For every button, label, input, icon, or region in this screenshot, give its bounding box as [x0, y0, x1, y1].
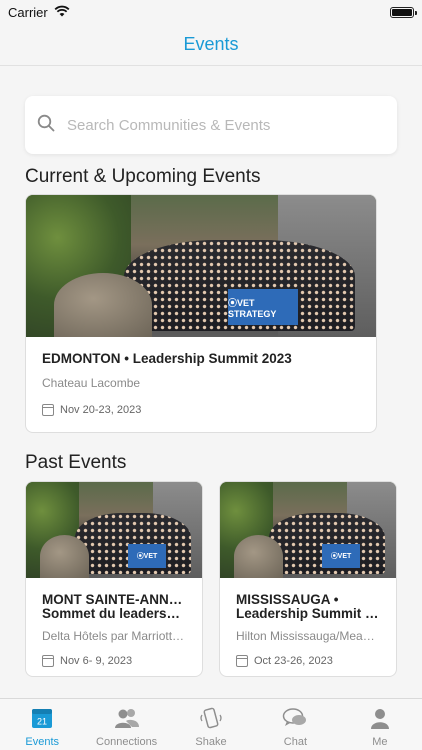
event-dates: Nov 6- 9, 2023	[60, 655, 133, 667]
status-bar: Carrier	[0, 0, 422, 24]
tab-label: Chat	[283, 736, 308, 748]
nav-bar: Events	[0, 24, 422, 66]
tab-shake[interactable]: Shake	[169, 699, 253, 750]
search-input[interactable]	[67, 116, 367, 134]
people-icon	[114, 707, 140, 732]
battery-icon	[390, 6, 417, 18]
event-venue: Hilton Mississauga/Meadow...	[236, 629, 380, 643]
calendar-icon: 21	[31, 707, 53, 732]
event-dates: Oct 23-26, 2023	[254, 655, 333, 667]
event-name: EDMONTON • Leadership Summit 2023	[42, 351, 292, 366]
event-card-past[interactable]: ⦿VET MONT SAINTE-ANNE • Sommet du leader…	[25, 481, 203, 677]
tab-events[interactable]: 21 Events	[0, 699, 84, 750]
page-title: Events	[183, 34, 239, 54]
event-banner: ⦿VET STRATEGY	[228, 289, 298, 325]
event-name-line2: Leadership Summit 20...	[236, 607, 380, 621]
event-card-past[interactable]: ⦿VET MISSISSAUGA • Leadership Summit 20.…	[219, 481, 397, 677]
event-banner: ⦿VET	[128, 544, 166, 568]
tab-bar: 21 Events Connections Shake Chat Me	[0, 698, 422, 750]
search-icon	[37, 114, 55, 137]
chat-bubbles-icon	[282, 707, 308, 732]
tab-label: Events	[25, 736, 60, 748]
phone-shake-icon	[200, 707, 222, 732]
event-photo: ⦿VET STRATEGY	[26, 195, 376, 337]
search-bar[interactable]	[25, 96, 397, 154]
event-date-row: Nov 20-23, 2023	[42, 404, 360, 416]
person-icon	[369, 707, 391, 732]
tab-label: Shake	[195, 736, 227, 748]
event-card-current[interactable]: ⦿VET STRATEGY EDMONTON • Leadership Summ…	[25, 194, 377, 433]
event-venue: Delta Hôtels par Marriott Mo...	[42, 629, 186, 643]
tab-label: Me	[372, 736, 388, 748]
tab-connections[interactable]: Connections	[84, 699, 168, 750]
carrier-label: Carrier	[8, 4, 48, 20]
event-photo: ⦿VET	[26, 482, 202, 578]
tab-chat[interactable]: Chat	[253, 699, 337, 750]
event-date-row: Oct 23-26, 2023	[236, 655, 380, 667]
event-name-line1: MISSISSAUGA •	[236, 593, 339, 607]
event-banner: ⦿VET	[322, 544, 360, 568]
tab-label: Connections	[96, 736, 158, 748]
event-dates: Nov 20-23, 2023	[60, 404, 142, 416]
calendar-icon	[42, 655, 54, 667]
tab-me[interactable]: Me	[338, 699, 422, 750]
calendar-icon	[42, 404, 54, 416]
event-venue: Chateau Lacombe	[42, 376, 141, 390]
event-name-line2: Sommet du leadership...	[42, 607, 186, 621]
wifi-icon	[54, 5, 70, 20]
past-events-heading: Past Events	[25, 452, 127, 473]
event-name-line1: MONT SAINTE-ANNE •	[42, 593, 186, 607]
event-date-row: Nov 6- 9, 2023	[42, 655, 186, 667]
event-photo: ⦿VET	[220, 482, 396, 578]
current-events-heading: Current & Upcoming Events	[25, 166, 261, 187]
calendar-badge: 21	[37, 717, 47, 727]
calendar-icon	[236, 655, 248, 667]
